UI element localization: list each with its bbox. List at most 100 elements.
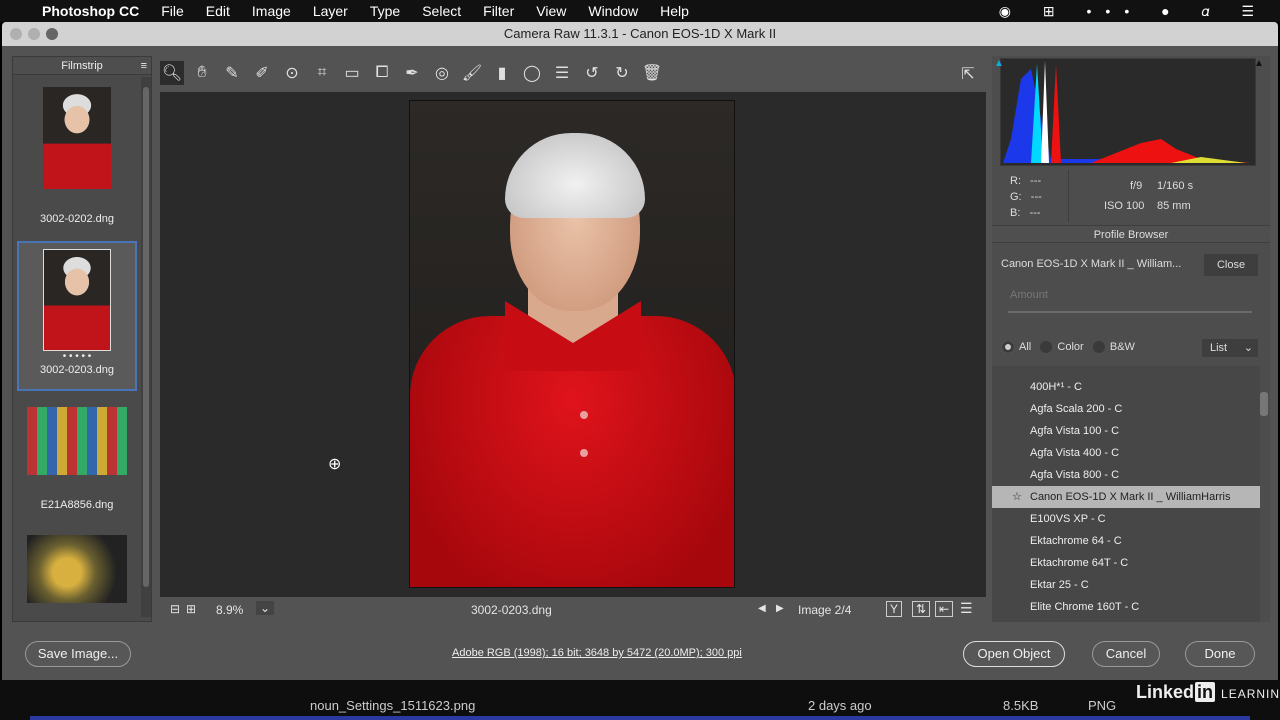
profile-item[interactable]: 400H*¹ - C bbox=[992, 376, 1260, 398]
profile-item-selected[interactable]: ☆ Canon EOS-1D X Mark II _ WilliamHarris bbox=[992, 486, 1260, 508]
red-eye-icon[interactable]: ◎ bbox=[430, 61, 454, 85]
open-object-button[interactable]: Open Object bbox=[963, 641, 1065, 667]
profile-item[interactable]: Agfa Scala 200 - C bbox=[992, 398, 1260, 420]
cancel-button[interactable]: Cancel bbox=[1092, 641, 1160, 667]
profile-item[interactable]: Agfa Vista 100 - C bbox=[992, 420, 1260, 442]
trash-icon[interactable]: 🗑︎ bbox=[640, 61, 664, 85]
zoom-in-button[interactable]: ⊞ bbox=[186, 602, 196, 616]
next-image-button[interactable]: ▶ bbox=[776, 603, 784, 614]
straighten-icon[interactable]: ▭ bbox=[340, 61, 364, 85]
amount-label: Amount bbox=[1010, 289, 1048, 301]
histogram bbox=[1000, 58, 1256, 166]
menu-file[interactable]: File bbox=[161, 3, 184, 19]
finder-date: 2 days ago bbox=[808, 698, 872, 713]
focal-length: 85 mm bbox=[1157, 200, 1191, 212]
open-preferences-icon[interactable]: ⇱ bbox=[956, 62, 980, 86]
transform-icon[interactable]: ⧠ bbox=[370, 61, 394, 85]
profile-item[interactable]: Ektachrome 64T - C bbox=[992, 552, 1260, 574]
linkedin-logo: LinkedinLEARNING bbox=[1136, 682, 1280, 702]
rgb-readout: R: --- G: --- B: --- bbox=[1010, 175, 1042, 219]
workflow-options-link[interactable]: Adobe RGB (1998); 16 bit; 3648 by 5472 (… bbox=[452, 647, 742, 659]
menu-select[interactable]: Select bbox=[422, 3, 461, 19]
menu-window[interactable]: Window bbox=[588, 3, 638, 19]
profile-item[interactable]: E100VS XP - C bbox=[992, 508, 1260, 530]
swap-settings-icon[interactable]: ⇅ bbox=[912, 601, 931, 617]
zoom-dropdown-chevron-icon[interactable]: ⌄ bbox=[256, 601, 274, 615]
graduated-filter-icon[interactable]: ▮ bbox=[490, 61, 514, 85]
app-menu[interactable]: Photoshop CC bbox=[42, 3, 139, 19]
close-window-button[interactable] bbox=[10, 28, 22, 40]
profile-item[interactable]: Ektachrome 64 - C bbox=[992, 530, 1260, 552]
filmstrip-scrollbar[interactable] bbox=[141, 77, 151, 617]
status-icons: ◉ ⊞ ••• ● 𝛼 ☰ bbox=[998, 2, 1268, 19]
filmstrip-item[interactable]: E21A8856.dng bbox=[17, 407, 137, 511]
minimize-window-button[interactable] bbox=[28, 28, 40, 40]
favorite-star-icon: ☆ bbox=[1012, 491, 1022, 503]
menu-help[interactable]: Help bbox=[660, 3, 689, 19]
toolbar: 🔍︎ ✋︎ ✎ ✐ ⊙ ⌗ ▭ ⧠ ✒ ◎ 🖌︎ ▮ ◯ ☰ ↺ ↻ 🗑︎ bbox=[160, 58, 690, 88]
profile-item[interactable]: Agfa Vista 400 - C bbox=[992, 442, 1260, 464]
filter-color-radio[interactable]: Color bbox=[1040, 341, 1084, 354]
filmstrip-menu-icon[interactable]: ≡ bbox=[141, 57, 147, 75]
menu-filter[interactable]: Filter bbox=[483, 3, 514, 19]
current-profile: Canon EOS-1D X Mark II _ William... bbox=[1001, 258, 1182, 270]
save-image-button[interactable]: Save Image... bbox=[25, 641, 131, 667]
menu-bar: Photoshop CC File Edit Image Layer Type … bbox=[0, 0, 1280, 22]
profile-filter: All Color B&W bbox=[1002, 341, 1135, 354]
profile-item[interactable]: Ektar 25 - C bbox=[992, 574, 1260, 596]
rotate-left-icon[interactable]: ↺ bbox=[580, 61, 604, 85]
finder-row[interactable]: noun_Settings_1511623.png 2 days ago 8.5… bbox=[0, 680, 1280, 720]
default-settings-icon[interactable]: ☰ bbox=[960, 600, 973, 617]
finder-kind: PNG bbox=[1088, 698, 1117, 713]
done-button[interactable]: Done bbox=[1185, 641, 1255, 667]
filmstrip-item[interactable] bbox=[17, 535, 137, 603]
preview-status-bar: ⊟ ⊞ 8.9% ⌄ 3002-0203.dng ◀ ▶ Image 2/4 Y… bbox=[160, 599, 986, 621]
chevron-down-icon: ⌄ bbox=[1243, 342, 1253, 354]
rating-dots[interactable]: • • • • • bbox=[19, 351, 135, 362]
spot-removal-icon[interactable]: ✒ bbox=[400, 61, 424, 85]
highlight-clipping-icon[interactable]: ▲ bbox=[1254, 58, 1264, 69]
profile-item[interactable]: Elite Chrome 160T - C bbox=[992, 596, 1260, 618]
filter-bw-radio[interactable]: B&W bbox=[1092, 341, 1135, 354]
shutter-speed: 1/160 s bbox=[1157, 180, 1194, 192]
zoom-icon[interactable]: 🔍︎ bbox=[160, 61, 184, 85]
menu-image[interactable]: Image bbox=[252, 3, 291, 19]
menu-edit[interactable]: Edit bbox=[206, 3, 230, 19]
zoom-level[interactable]: 8.9% bbox=[216, 603, 243, 617]
filter-all-radio[interactable]: All bbox=[1002, 341, 1031, 354]
color-sampler-icon[interactable]: ✐ bbox=[250, 61, 274, 85]
histogram-graph bbox=[1003, 61, 1251, 163]
rotate-right-icon[interactable]: ↻ bbox=[610, 61, 634, 85]
zoom-out-button[interactable]: ⊟ bbox=[170, 602, 180, 616]
filmstrip-item[interactable]: 3002-0202.dng bbox=[17, 87, 137, 225]
shadow-clipping-icon[interactable]: ▲ bbox=[994, 58, 1004, 69]
radial-filter-icon[interactable]: ◯ bbox=[520, 61, 544, 85]
image-counter: Image 2/4 bbox=[798, 603, 852, 617]
profile-list: 400H*¹ - C Agfa Scala 200 - C Agfa Vista… bbox=[992, 366, 1260, 622]
aperture: f/9 bbox=[1130, 180, 1143, 192]
profile-browser-title: Profile Browser bbox=[992, 225, 1270, 243]
amount-slider[interactable] bbox=[1008, 311, 1252, 313]
white-balance-icon[interactable]: ✎ bbox=[220, 61, 244, 85]
profile-item[interactable]: Agfa Vista 800 - C bbox=[992, 464, 1260, 486]
menu-type[interactable]: Type bbox=[370, 3, 400, 19]
zoom-window-button[interactable] bbox=[46, 28, 58, 40]
finder-size: 8.5KB bbox=[1003, 698, 1039, 713]
profile-list-scrollbar[interactable] bbox=[1260, 392, 1268, 416]
preview-photo[interactable] bbox=[409, 100, 735, 588]
menu-layer[interactable]: Layer bbox=[313, 3, 348, 19]
finder-filename: noun_Settings_1511623.png bbox=[310, 698, 476, 713]
targeted-adjustment-icon[interactable]: ⊙ bbox=[280, 61, 304, 85]
menu-view[interactable]: View bbox=[536, 3, 566, 19]
close-profile-browser-button[interactable]: Close bbox=[1204, 254, 1258, 276]
crop-icon[interactable]: ⌗ bbox=[310, 61, 334, 85]
hand-icon[interactable]: ✋︎ bbox=[190, 61, 214, 85]
filmstrip-panel: Filmstrip ≡ 3002-0202.dng • • • • • 3002-… bbox=[12, 56, 152, 622]
view-mode-select[interactable]: List ⌄ bbox=[1202, 339, 1258, 357]
filmstrip-item-selected[interactable]: • • • • • 3002-0203.dng bbox=[17, 241, 137, 391]
copy-settings-icon[interactable]: ⇤ bbox=[935, 601, 954, 617]
previous-image-button[interactable]: ◀ bbox=[758, 603, 766, 614]
adjustment-brush-icon[interactable]: 🖌︎ bbox=[460, 61, 484, 85]
before-after-icon[interactable]: Y bbox=[886, 601, 903, 617]
presets-list-icon[interactable]: ☰ bbox=[550, 61, 574, 85]
